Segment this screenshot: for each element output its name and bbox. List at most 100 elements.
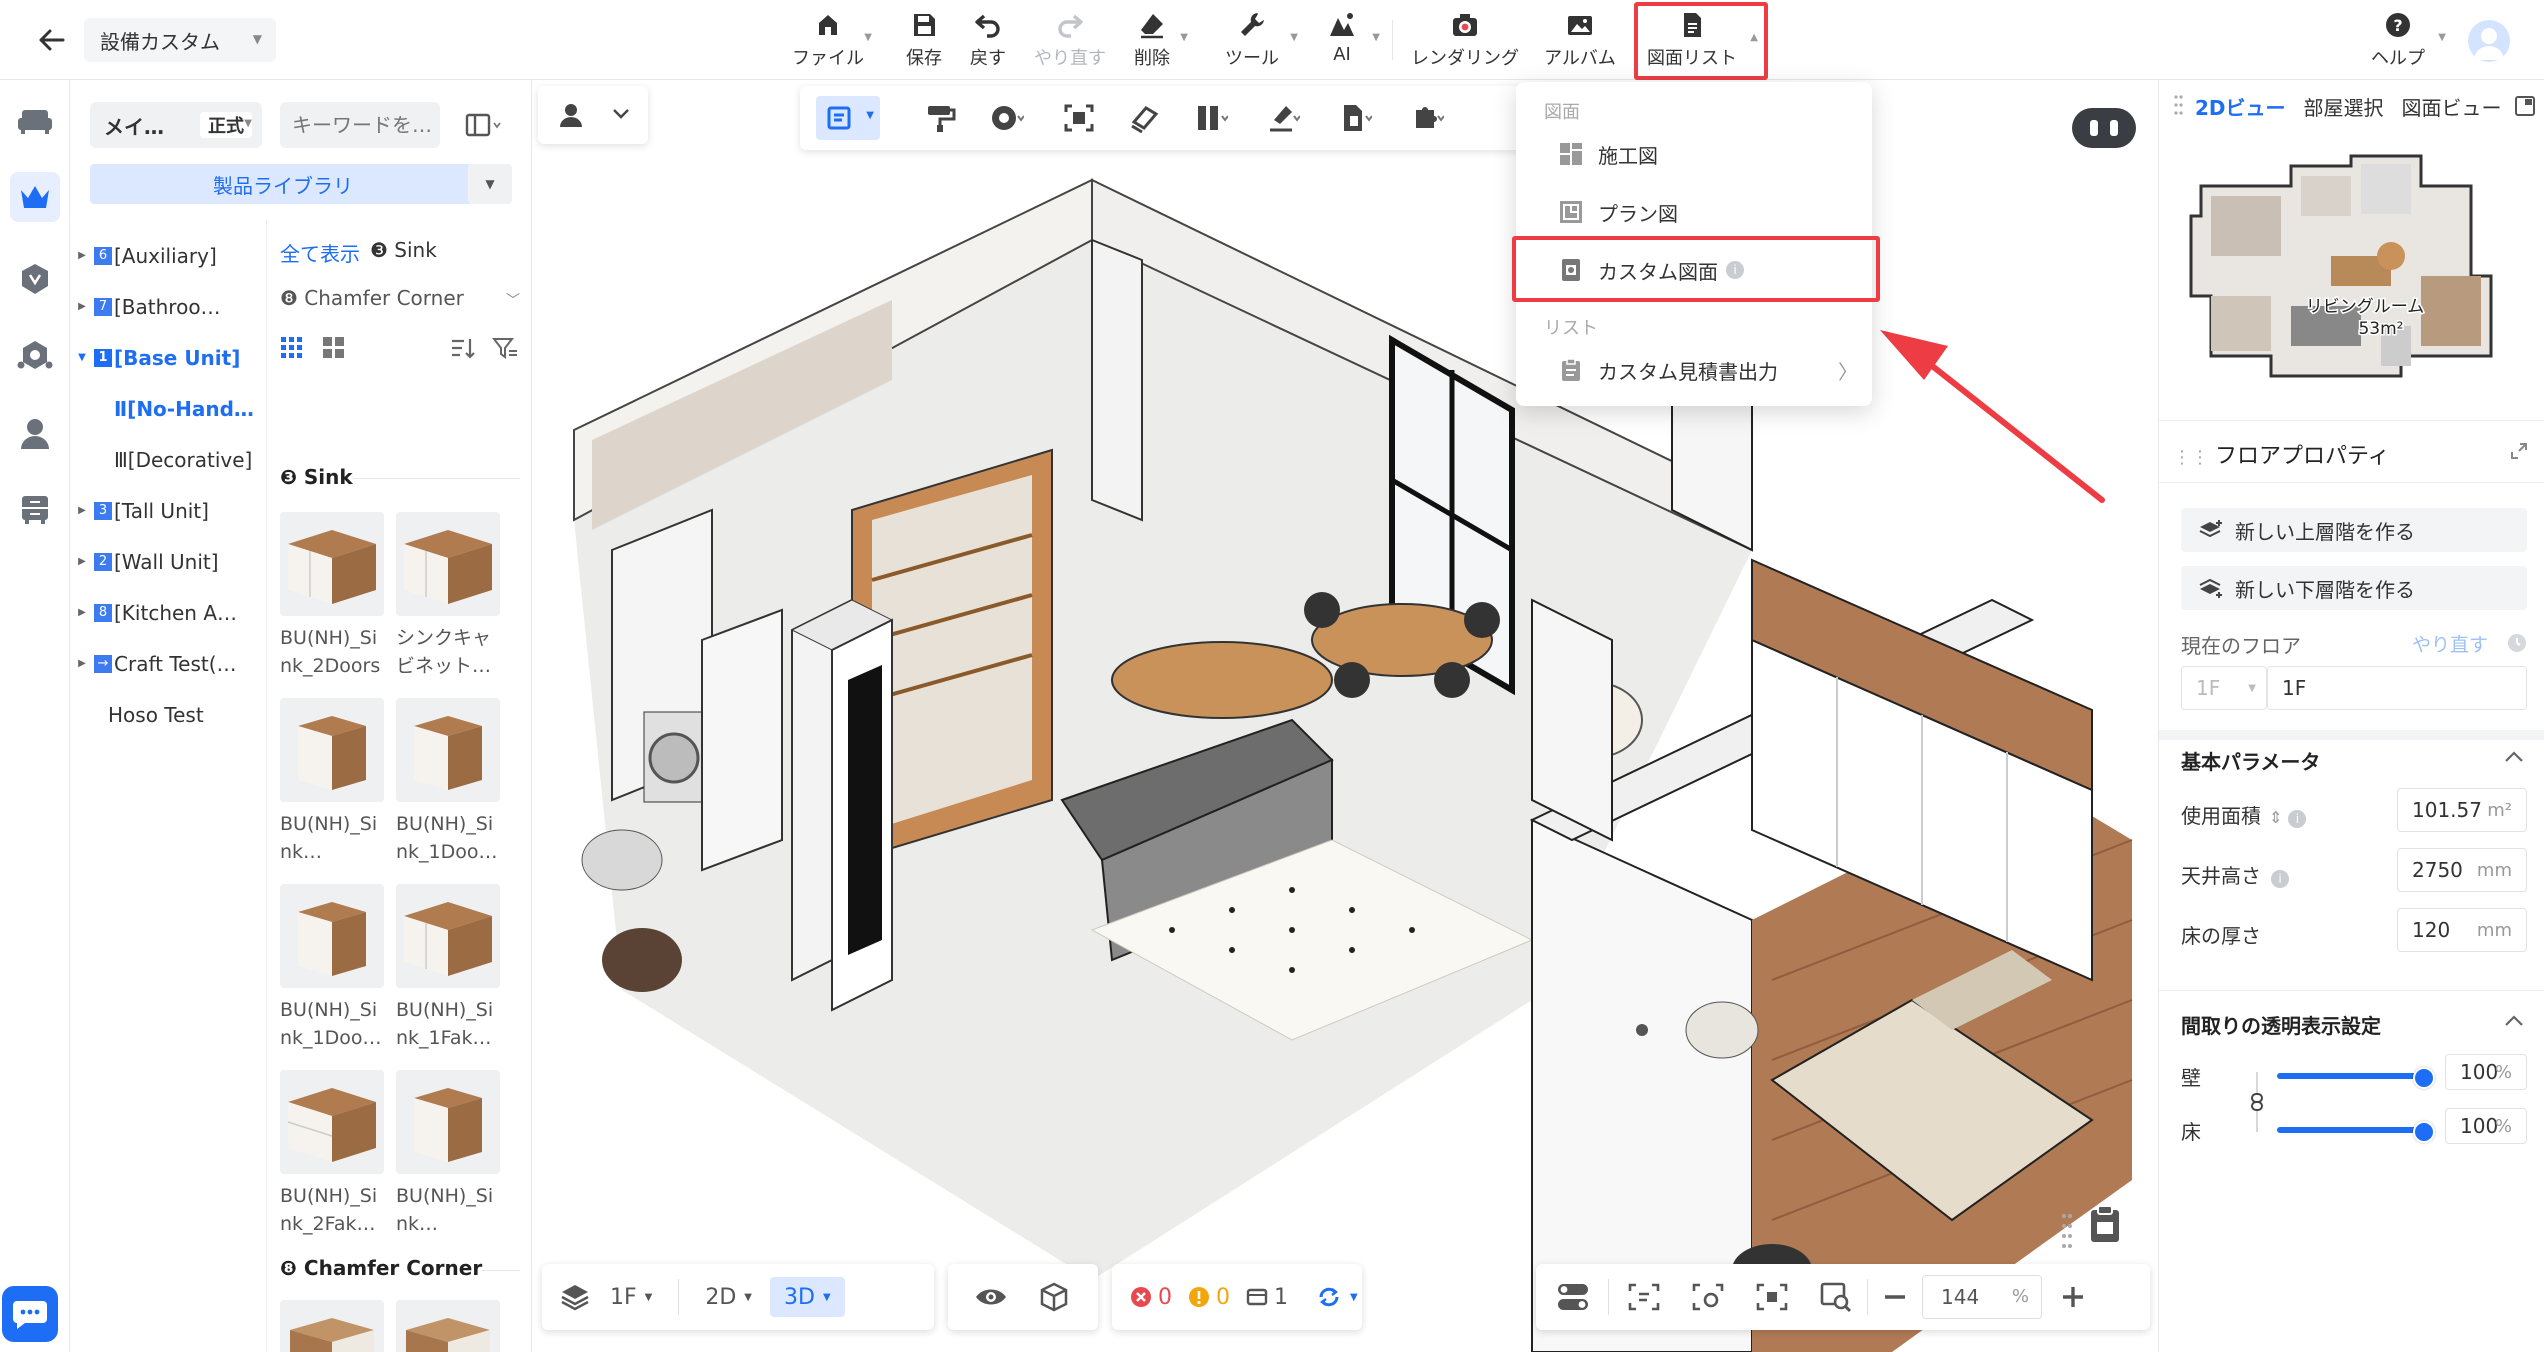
floor-transparency-slider[interactable] [2277,1121,2435,1143]
chevron-up-icon[interactable] [2504,750,2524,764]
filter-icon[interactable] [492,336,518,360]
menu-item-construction-drawing[interactable]: 施工図 [1558,132,1658,176]
product-card[interactable]: BU(NH)_Sink_1Fak… [396,884,500,1052]
delete-button[interactable]: 削除 ▼ [1132,10,1188,72]
floor-thickness-input[interactable]: 120 mm [2397,908,2527,952]
tree-item-hoso-test[interactable]: Hoso Test [70,689,266,740]
tab-room-select[interactable]: 部屋選択 [2304,92,2384,121]
tab-drawing-view[interactable]: 図面ビュー [2402,92,2502,121]
product-card[interactable]: BU(NH)_Sink_1Doo… [396,698,500,866]
file-menu[interactable]: ファイル ▼ [790,10,872,72]
fit-selection-icon[interactable] [1755,1282,1789,1312]
tree-item-craft-test[interactable]: ▶ → Craft Test(… [70,638,266,689]
3d-viewport[interactable]: ▼ 1F ▼ 2D ▼ 3D ▼ 0 0 1 ▼ 144 % [532,80,2158,1352]
show-all-link[interactable]: 全て表示 [280,238,360,267]
ceiling-height-input[interactable]: 2750 mm [2397,848,2527,892]
view-3d-button[interactable]: 3D ▼ [770,1277,845,1317]
tree-item-base-unit[interactable]: ▼ 1 [Base Unit] [70,332,266,383]
floor-select[interactable]: 1F ▼ [2181,666,2267,710]
paint-roller-icon[interactable] [924,102,958,134]
new-upper-floor-button[interactable]: 新しい上層階を作る [2181,508,2527,552]
zoom-in-icon[interactable] [2060,1284,2086,1310]
draw-tool-button[interactable]: ▼ [816,96,880,140]
keyword-search-input[interactable] [280,102,440,148]
tree-item-decorative[interactable]: Ⅲ[Decorative] [70,434,266,485]
rail-network[interactable] [10,330,60,380]
ai-menu[interactable]: AI ▼ [1322,10,1380,72]
mode-selector[interactable]: メイ… 正式 ▼ [90,102,262,148]
zoom-region-icon[interactable] [1819,1281,1853,1313]
album-button[interactable]: アルバム [1544,10,1616,72]
rendering-button[interactable]: レンダリング [1410,10,1520,72]
link-icon[interactable] [2247,1070,2267,1134]
rail-cabinet[interactable] [10,484,60,534]
floor-name-input[interactable]: 1F [2267,666,2527,710]
fit-view-icon[interactable] [1627,1282,1661,1312]
wall-transparency-slider[interactable] [2277,1067,2435,1089]
product-card[interactable]: BU(NH)_Sink_2Doors [280,512,384,680]
cube-icon[interactable] [1038,1281,1070,1313]
layout-toggle-button[interactable] [458,106,508,144]
clipboard-icon[interactable] [2088,1204,2122,1244]
product-card[interactable]: BU(NH)_Sink… [396,1070,500,1238]
product-card[interactable]: BU(NH)_Sink_1Doo… [280,884,384,1052]
project-selector[interactable]: 設備カスタム ▼ [84,18,276,62]
help-menu[interactable]: ? ヘルプ ▼ [2368,10,2446,72]
wall-split-icon[interactable] [1194,102,1228,134]
tree-item-kitchen[interactable]: ▶ 8 [Kitchen A… [70,587,266,638]
product-card[interactable]: BU(NH)_Sink… [280,698,384,866]
fit-settings-icon[interactable] [1691,1282,1725,1312]
expand-icon[interactable] [2510,442,2528,460]
toggle-switch-icon[interactable] [1556,1282,1590,1312]
document-icon[interactable] [1338,102,1372,134]
zoom-out-icon[interactable] [1882,1284,1908,1310]
material-icon[interactable] [990,102,1024,134]
rail-sofa[interactable] [10,96,60,146]
product-library-button[interactable]: 製品ライブラリ [90,164,476,204]
tools-menu[interactable]: ツール ▼ [1224,10,1298,72]
vr-mode-toggle[interactable] [2072,108,2136,148]
tree-item-auxiliary[interactable]: ▶ 6 [Auxiliary] [70,230,266,281]
menu-item-custom-estimate[interactable]: カスタム見積書出力 〉 [1558,348,1858,392]
eye-icon[interactable] [974,1285,1008,1309]
grid-large-icon[interactable] [322,336,346,360]
new-lower-floor-button[interactable]: 新しい下層階を作る [2181,566,2527,610]
tree-item-bathroom[interactable]: ▶ 7 [Bathroo… [70,281,266,332]
rail-badge[interactable] [10,254,60,304]
chevron-up-icon[interactable] [2504,1014,2524,1028]
area-input[interactable]: 101.57 m² [2397,788,2527,832]
user-avatar[interactable] [2468,20,2510,62]
tree-item-tall-unit[interactable]: ▶ 3 [Tall Unit] [70,485,266,536]
product-card[interactable] [280,1300,384,1352]
floor-value-input[interactable]: 100% [2445,1108,2527,1144]
zoom-input[interactable]: 144 % [1922,1275,2042,1319]
product-card[interactable] [396,1300,500,1352]
brush-icon[interactable] [1266,102,1300,134]
product-card[interactable]: BU(NH)_Sink_2Fak… [280,1070,384,1238]
layers-icon[interactable] [1128,102,1162,134]
save-button[interactable]: 保存 [904,10,944,72]
menu-item-plan-drawing[interactable]: プラン図 [1558,190,1678,234]
redo-link[interactable]: やり直す [2412,630,2488,657]
library-dropdown[interactable]: ▼ [468,164,512,204]
back-button[interactable] [28,20,76,60]
chat-support-button[interactable] [2,1286,58,1342]
rail-person[interactable] [10,408,60,458]
focus-icon[interactable] [1062,102,1096,134]
minimap[interactable]: リビングルーム 53m² [2171,136,2533,408]
pip-icon[interactable] [2514,95,2536,117]
tree-item-no-handle[interactable]: Ⅱ[No-Hand… [70,383,266,434]
drag-handle-icon[interactable] [2060,1210,2074,1250]
view-2d-button[interactable]: 2D ▼ [691,1277,766,1317]
floor-selector[interactable]: 1F ▼ [596,1277,666,1317]
wall-value-input[interactable]: 100% [2445,1054,2527,1090]
sort-icon[interactable] [450,336,476,360]
grid-small-icon[interactable] [280,336,304,360]
tree-item-wall-unit[interactable]: ▶ 2 [Wall Unit] [70,536,266,587]
sync-icon[interactable] [1316,1284,1342,1310]
camera-selector[interactable] [538,86,648,144]
subcategory-selector[interactable]: ❽ Chamfer Corner ﹀ [280,286,520,310]
tab-2d-view[interactable]: 2Dビュー [2195,92,2286,121]
redo-button[interactable]: やり直す [1034,10,1106,72]
rail-custom[interactable] [10,172,60,222]
